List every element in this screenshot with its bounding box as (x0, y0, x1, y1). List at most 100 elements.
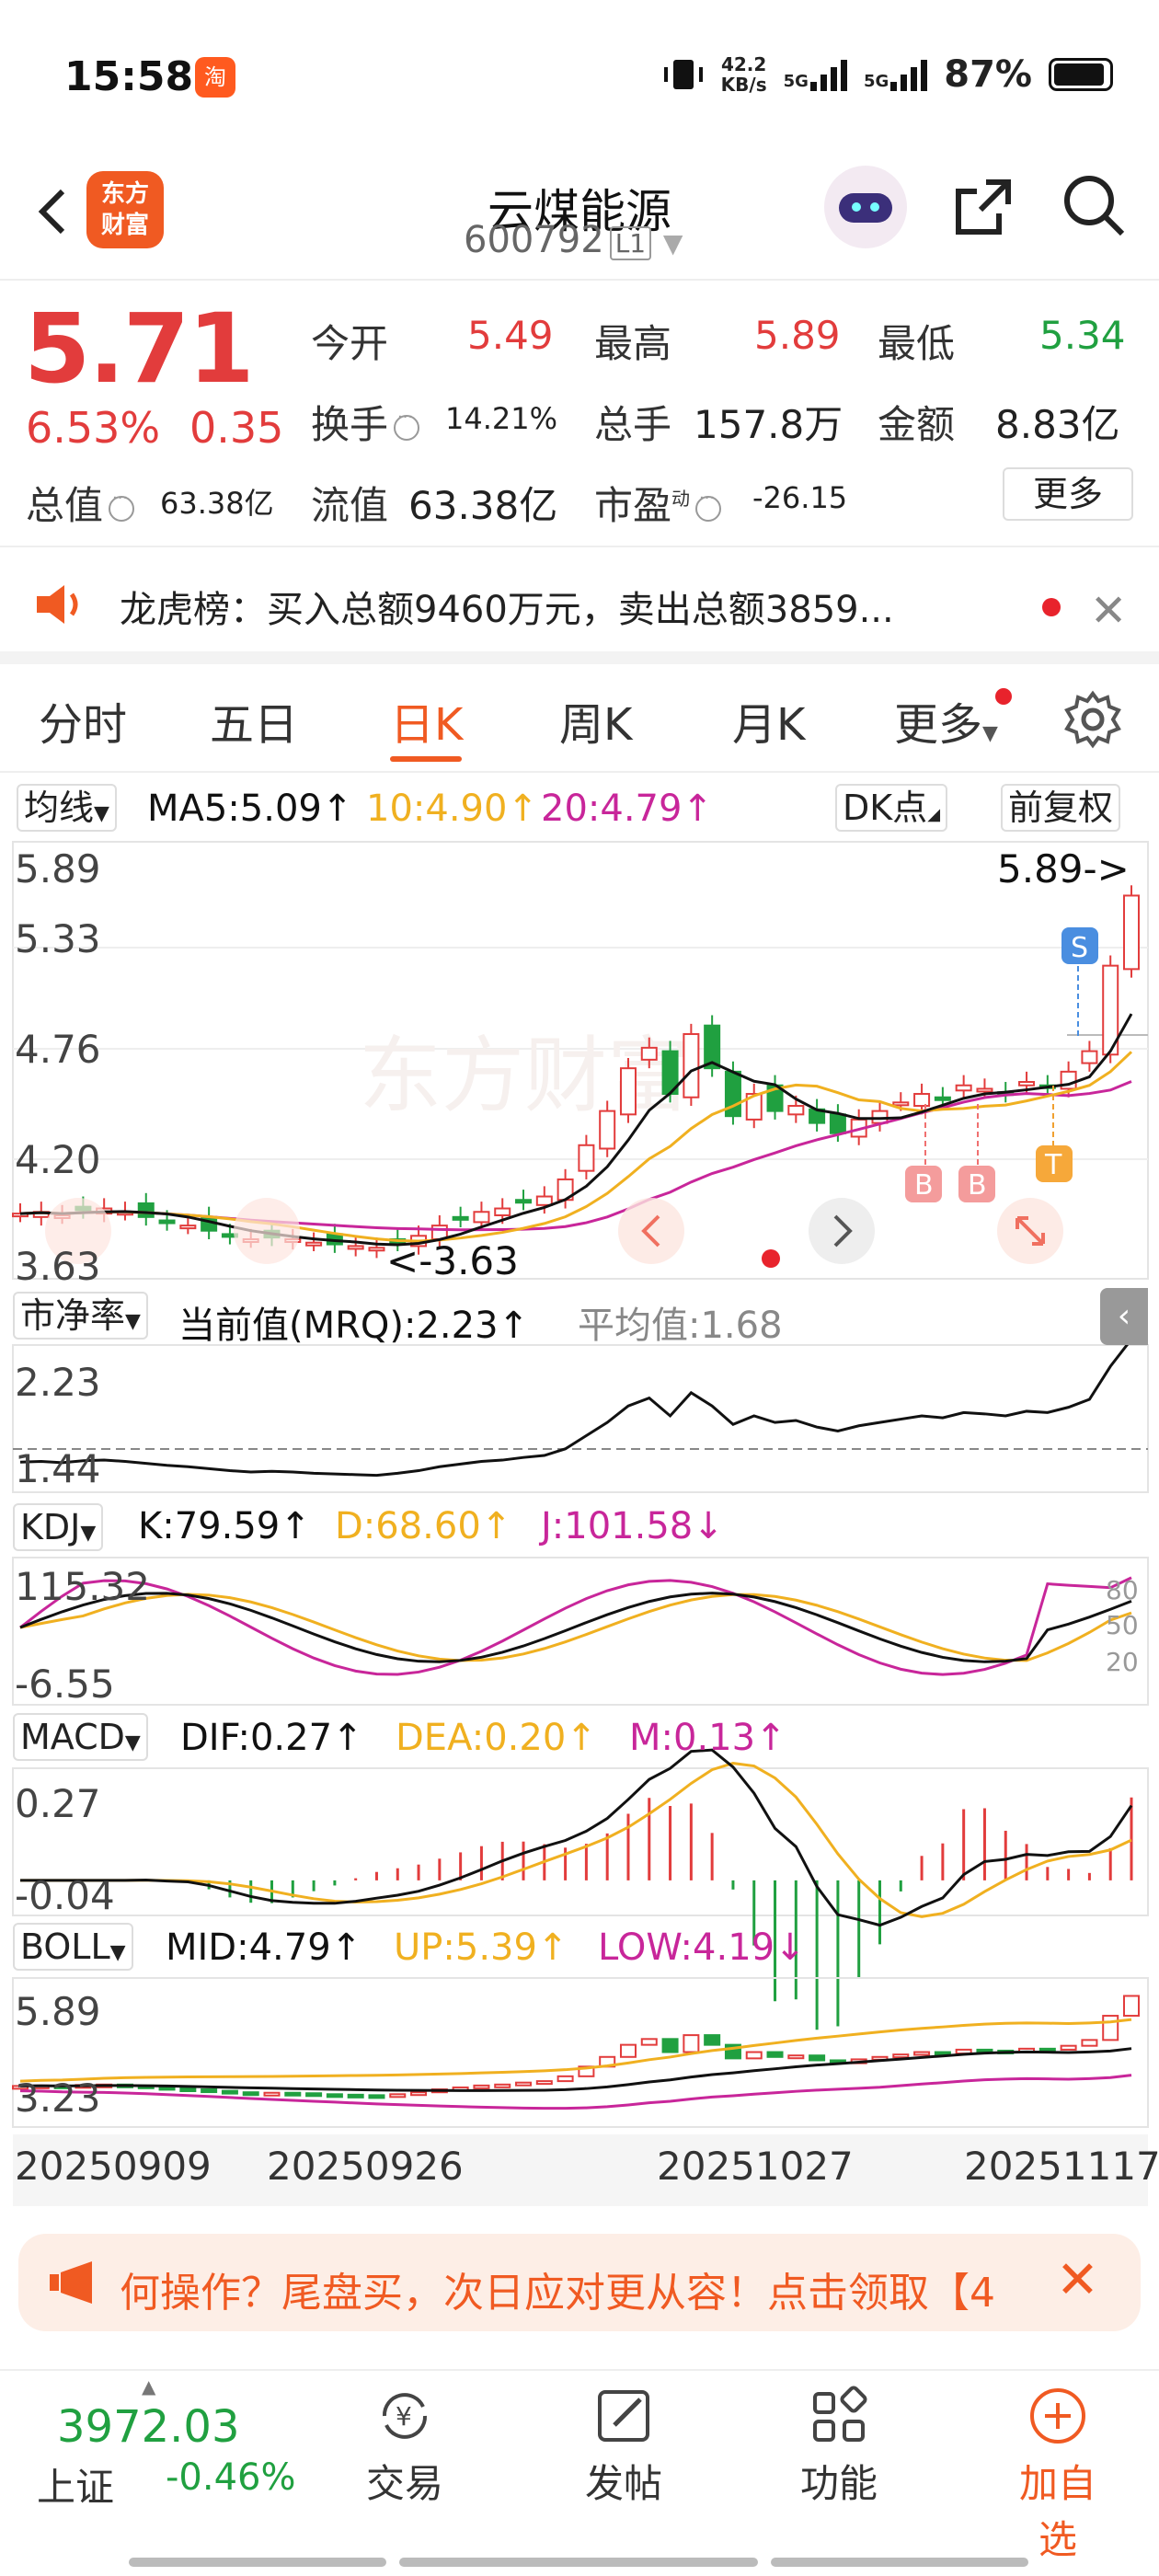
y-label-1: 5.89 (15, 846, 101, 891)
y-label-4: 4.20 (15, 1137, 101, 1182)
index-change[interactable]: -0.46% (166, 2456, 296, 2499)
svg-text:T: T (1044, 1149, 1062, 1181)
gesture-bar (771, 2558, 1028, 2567)
boll-candle (368, 2094, 385, 2099)
macd-y-bottom: -0.04 (15, 1873, 115, 1918)
boll-candle (557, 2075, 574, 2083)
side-collapse-button[interactable]: ‹ (1100, 1288, 1148, 1345)
candle (892, 1101, 910, 1107)
high-marker: 5.89-> (997, 846, 1130, 891)
boll-selector[interactable]: BOLL▼ (13, 1923, 133, 1971)
boll-candle (809, 2054, 826, 2062)
chart-controls (45, 1198, 1063, 1268)
boll-candle (745, 2051, 763, 2060)
macd-dea-label: DEA:0.20↑ (396, 1717, 597, 1759)
low-marker: <-3.63 (386, 1238, 519, 1283)
boll-candle (284, 2091, 302, 2097)
boll-candle (347, 2093, 364, 2099)
candle (578, 1144, 595, 1172)
pb-y-bottom: 1.44 (15, 1446, 101, 1491)
candle (158, 1219, 176, 1225)
pb-selector[interactable]: 市净率▼ (13, 1292, 148, 1340)
pb-current: 当前值(MRQ):2.23↑ (178, 1305, 530, 1347)
y-label-2: 5.33 (15, 916, 101, 961)
boll-y-bottom: 3.23 (15, 2076, 101, 2121)
boll-candle (1060, 2044, 1077, 2051)
boll-candles (12, 1995, 1140, 2099)
candle (535, 1195, 553, 1206)
nav-trade[interactable]: ¥ 交易 (350, 2383, 460, 2509)
candle (1018, 1081, 1036, 1087)
date-label-1: 20250909 (15, 2144, 212, 2189)
candle (473, 1211, 490, 1224)
date-label-3: 20251027 (657, 2144, 854, 2189)
nav-functions[interactable]: 功能 (784, 2383, 894, 2509)
boll-low-label: LOW:4.19↓ (598, 1926, 806, 1969)
edit-icon (598, 2390, 649, 2442)
boll-candle (242, 2091, 259, 2097)
index-name[interactable]: 上证 (37, 2456, 114, 2513)
candle (452, 1215, 469, 1221)
date-label-2: 20250926 (267, 2144, 464, 2189)
boll-candle (619, 2043, 637, 2058)
date-label-4: 20251117 (964, 2144, 1159, 2189)
kdj-d-label: D:68.60↑ (335, 1505, 512, 1547)
boll-candle (766, 2051, 784, 2058)
nav-add-watchlist[interactable]: 加自选 (1003, 2383, 1113, 2565)
candle (829, 1113, 846, 1134)
gesture-bar (399, 2558, 758, 2567)
boll-candle (263, 2091, 281, 2097)
y-label-3: 4.76 (15, 1027, 101, 1072)
candle (976, 1087, 993, 1093)
megaphone-icon (50, 2261, 92, 2304)
candle (619, 1067, 637, 1116)
boll-candle (326, 2093, 343, 2099)
boll-candle (201, 2088, 218, 2094)
nav-post[interactable]: 发帖 (568, 2383, 679, 2509)
candle (179, 1225, 197, 1230)
candle (787, 1105, 805, 1116)
macd-dif-label: DIF:0.27↑ (180, 1717, 363, 1759)
candle (934, 1096, 951, 1101)
y-label-5: 3.63 (15, 1244, 101, 1289)
macd-histogram (144, 1797, 1133, 2030)
add-circle-icon (1030, 2388, 1085, 2444)
kdj-y-bottom: -6.55 (15, 1662, 115, 1707)
boll-candle (683, 2034, 700, 2053)
scroll-right-button (809, 1198, 875, 1264)
boll-candle (1102, 2015, 1119, 2041)
boll-candle (661, 2038, 679, 2053)
boll-candle (389, 2093, 407, 2099)
macd-selector[interactable]: MACD▼ (13, 1713, 148, 1761)
kdj-level-20: 20 (1106, 1647, 1139, 1677)
boll-candle (1123, 1995, 1140, 2018)
boll-candle (221, 2089, 238, 2095)
candle (347, 1245, 364, 1250)
chevron-up-icon: ▲ (142, 2375, 156, 2398)
boll-candle (1081, 2039, 1098, 2047)
macd-y-top: 0.27 (15, 1781, 101, 1826)
candle (368, 1247, 385, 1252)
boll-candle (892, 2053, 910, 2059)
boll-mid-label: MID:4.79↑ (166, 1926, 362, 1969)
apps-grid-icon (813, 2386, 867, 2442)
close-promo-icon[interactable]: ✕ (1056, 2250, 1099, 2310)
boll-candle (787, 2054, 805, 2060)
svg-text:B: B (914, 1169, 934, 1202)
svg-text:S: S (1071, 932, 1088, 964)
boll-candle (179, 2087, 197, 2092)
candle (683, 1032, 700, 1098)
candle (1123, 894, 1140, 971)
kdj-k-label: K:79.59↑ (138, 1505, 311, 1547)
candle (494, 1207, 511, 1216)
candle (640, 1046, 658, 1061)
promo-text[interactable]: 何操作？尾盘买，次日应对更从容！点击领取【4 (120, 2260, 1039, 2318)
kline-chart[interactable]: 东方财富 B B T S (0, 0, 1159, 2226)
boll-up-label: UP:5.39↑ (394, 1926, 568, 1969)
kdj-j-label: J:101.58↓ (541, 1505, 724, 1547)
candle (913, 1093, 931, 1108)
pb-line (19, 1338, 1133, 1478)
kdj-selector[interactable]: KDJ▼ (13, 1503, 104, 1551)
boll-candle (515, 2081, 533, 2087)
index-value[interactable]: 3972.03 (57, 2401, 240, 2453)
